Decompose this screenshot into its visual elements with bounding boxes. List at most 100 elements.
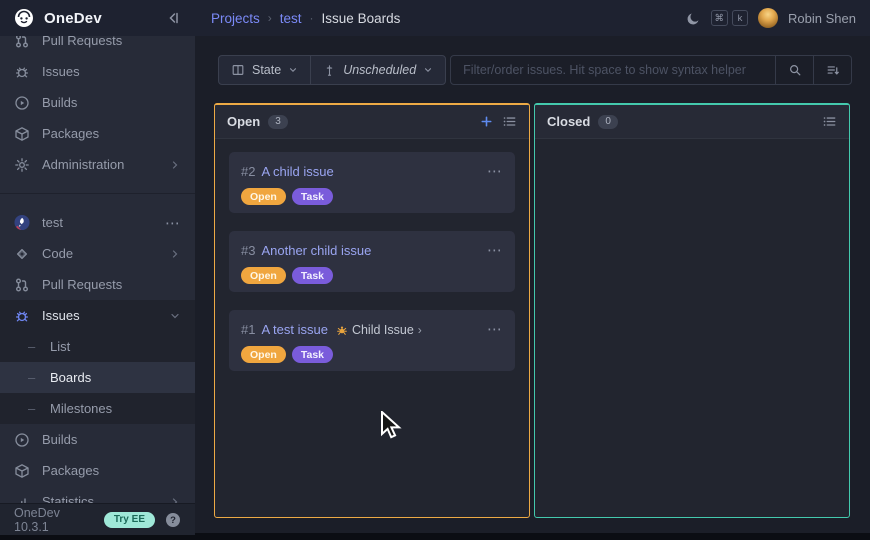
chevron-right-icon [169,248,181,260]
card-more-icon[interactable]: ⋯ [487,246,503,256]
sidebar-item-project-packages[interactable]: Packages [0,455,195,486]
dash-icon: – [28,370,38,385]
sidebar-item-issues-milestones[interactable]: – Milestones [0,393,195,424]
play-circle-icon [14,95,30,111]
board-columns-icon [231,63,245,77]
type-badge-task: Task [292,267,333,284]
issue-filter-bar [450,55,852,85]
sidebar-item-code[interactable]: Code [0,238,195,269]
top-bar: OneDev Projects › test · Issue Boards ⌘ … [0,0,870,36]
project-rocket-avatar [14,215,30,231]
column-list-icon[interactable] [502,114,517,129]
chevron-right-icon [169,496,181,504]
issue-title-link[interactable]: Another child issue [261,243,371,258]
milestone-select-button[interactable]: Unscheduled [310,56,445,84]
help-icon[interactable]: ? [165,512,181,528]
chevron-right-icon: › [418,323,422,337]
user-name[interactable]: Robin Shen [788,11,856,26]
dash-icon: – [28,401,38,416]
sidebar-item-builds[interactable]: Builds [0,87,195,118]
board-toolbar: State Unscheduled [218,55,852,85]
breadcrumb: Projects › test · Issue Boards [195,11,686,26]
spider-link-icon [336,324,348,336]
board-select-button[interactable]: State [219,56,310,84]
closed-column-header: Closed 0 [535,105,849,139]
card-more-icon[interactable]: ⋯ [487,325,503,335]
board-column-open: Open 3 #2 A child issue ⋯ Open [214,103,530,518]
issue-title-link[interactable]: A test issue [261,322,327,337]
issue-card[interactable]: #3 Another child issue ⋯ Open Task [229,231,515,292]
main-content: State Unscheduled Open 3 [195,36,870,533]
search-shortcut-hint: ⌘ k [711,10,749,26]
sidebar-item-project-pull-requests[interactable]: Pull Requests [0,269,195,300]
breadcrumb-separator: › [268,11,272,25]
type-badge-task: Task [292,346,333,363]
gear-icon [14,157,30,173]
onedev-app: OneDev Projects › test · Issue Boards ⌘ … [0,0,870,540]
brand: OneDev [0,0,195,36]
package-icon [14,126,30,142]
sidebar-item-packages[interactable]: Packages [0,118,195,149]
svg-text:?: ? [170,515,176,526]
issue-title-link[interactable]: A child issue [261,164,333,179]
board-column-closed: Closed 0 [534,103,850,518]
issue-card[interactable]: #2 A child issue ⋯ Open Task [229,152,515,213]
sidebar-item-project-issues[interactable]: Issues [0,300,195,331]
add-issue-icon[interactable] [479,114,494,129]
state-badge-open: Open [241,267,286,284]
issues-section: Issues – List – Boards – Milestones [0,300,195,424]
collapse-sidebar-icon[interactable] [165,10,181,26]
dash-icon: – [28,339,38,354]
open-column-header: Open 3 [215,105,529,139]
sidebar-item-administration[interactable]: Administration [0,149,195,180]
issue-number: #3 [241,243,255,258]
filter-input[interactable] [451,56,775,84]
pull-request-icon [14,277,30,293]
issue-card[interactable]: #1 A test issue Child Issue › ⋯ Open Ta [229,310,515,371]
package-icon [14,463,30,479]
sidebar-footer: OneDev 10.3.1 Try EE ? [0,503,195,535]
child-issue-link[interactable]: Child Issue › [336,323,422,337]
play-circle-icon [14,432,30,448]
sidebar-item-issues-list[interactable]: – List [0,331,195,362]
bar-chart-icon [14,494,30,504]
issue-number: #2 [241,164,255,179]
search-icon[interactable] [775,56,813,84]
dark-mode-moon-icon[interactable] [686,11,701,26]
pull-request-icon [14,36,30,49]
sidebar-item-issues-boards[interactable]: – Boards [0,362,195,393]
gem-icon [14,246,30,262]
column-list-icon[interactable] [822,114,837,129]
sidebar-project-test[interactable]: test ⋯ [0,207,195,238]
board-selectors: State Unscheduled [218,55,446,85]
onedev-logo-icon [14,8,34,28]
sidebar-scroll[interactable]: Pull Requests Issues Builds Packages Adm… [0,36,195,503]
try-ee-badge[interactable]: Try EE [104,512,155,528]
sidebar-item-pull-requests[interactable]: Pull Requests [0,36,195,56]
cmd-key: ⌘ [711,10,729,26]
state-badge-open: Open [241,346,286,363]
page-title: Issue Boards [322,11,401,26]
column-count-badge: 0 [598,115,618,129]
k-key: k [732,10,748,26]
breadcrumb-separator: · [310,11,314,25]
card-more-icon[interactable]: ⋯ [487,167,503,177]
issue-number: #1 [241,322,255,337]
state-badge-open: Open [241,188,286,205]
chevron-down-icon [169,310,181,322]
column-title: Open [227,114,260,129]
chevron-right-icon [169,159,181,171]
closed-column-body [535,139,849,517]
column-count-badge: 3 [268,115,288,129]
sidebar-item-issues[interactable]: Issues [0,56,195,87]
sidebar-item-statistics[interactable]: Statistics [0,486,195,503]
user-avatar[interactable] [758,8,778,28]
breadcrumb-project-test[interactable]: test [280,11,302,26]
order-icon[interactable] [813,56,851,84]
sidebar-item-project-builds[interactable]: Builds [0,424,195,455]
chevron-down-icon [288,65,298,75]
sidebar: Pull Requests Issues Builds Packages Adm… [0,36,195,535]
project-more-icon[interactable]: ⋯ [165,214,181,232]
breadcrumb-projects[interactable]: Projects [211,11,260,26]
chevron-down-icon [423,65,433,75]
